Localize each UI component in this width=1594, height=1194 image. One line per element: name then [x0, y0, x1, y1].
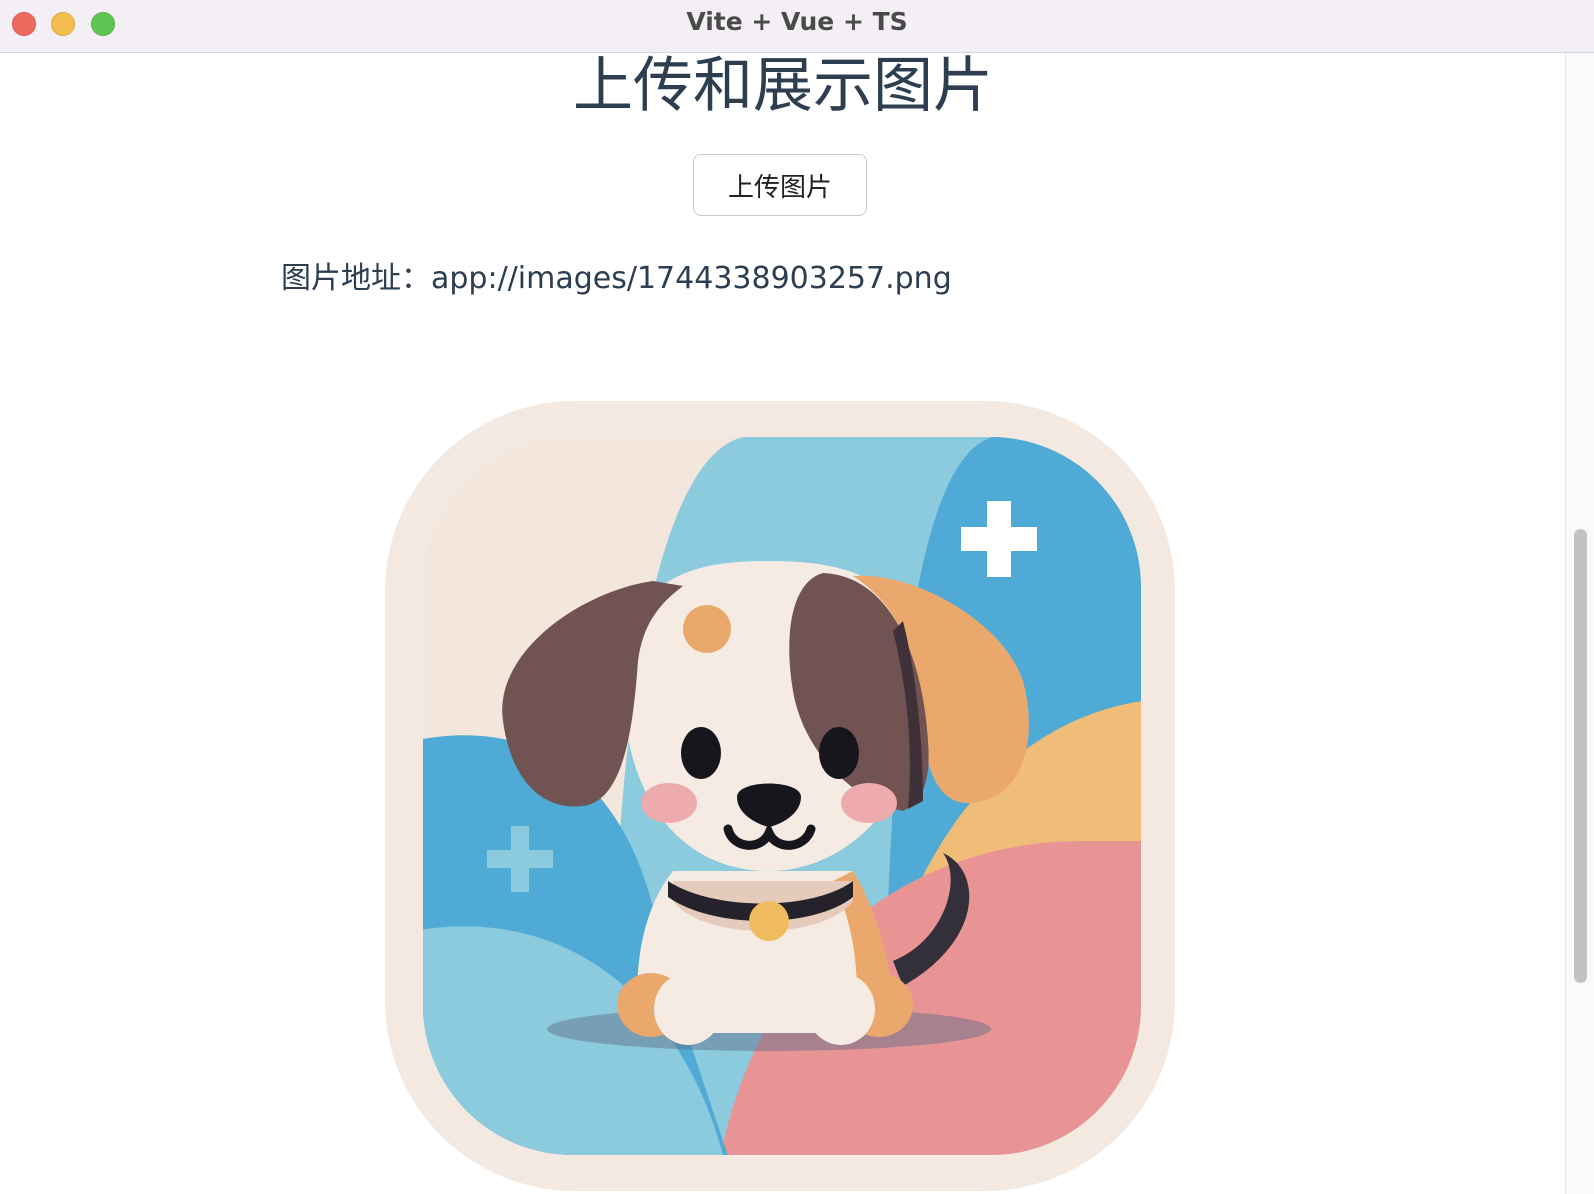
- image-address-value: app://images/1744338903257.png: [431, 261, 952, 296]
- image-address-label: 图片地址：: [281, 261, 431, 296]
- scrollbar-thumb[interactable]: [1574, 529, 1587, 983]
- page-title: 上传和展示图片: [573, 53, 993, 121]
- window-titlebar: Vite + Vue + TS: [0, 0, 1594, 53]
- window-title: Vite + Vue + TS: [686, 7, 908, 36]
- uploaded-image: [383, 401, 1177, 1193]
- upload-image-button[interactable]: 上传图片: [693, 154, 867, 216]
- vertical-scrollbar[interactable]: [1565, 53, 1594, 1194]
- puppy-app-icon: [385, 401, 1175, 1191]
- page-content: 上传和展示图片 上传图片 图片地址：app://images/174433890…: [0, 53, 1566, 1194]
- image-address: 图片地址：app://images/1744338903257.png: [281, 253, 952, 297]
